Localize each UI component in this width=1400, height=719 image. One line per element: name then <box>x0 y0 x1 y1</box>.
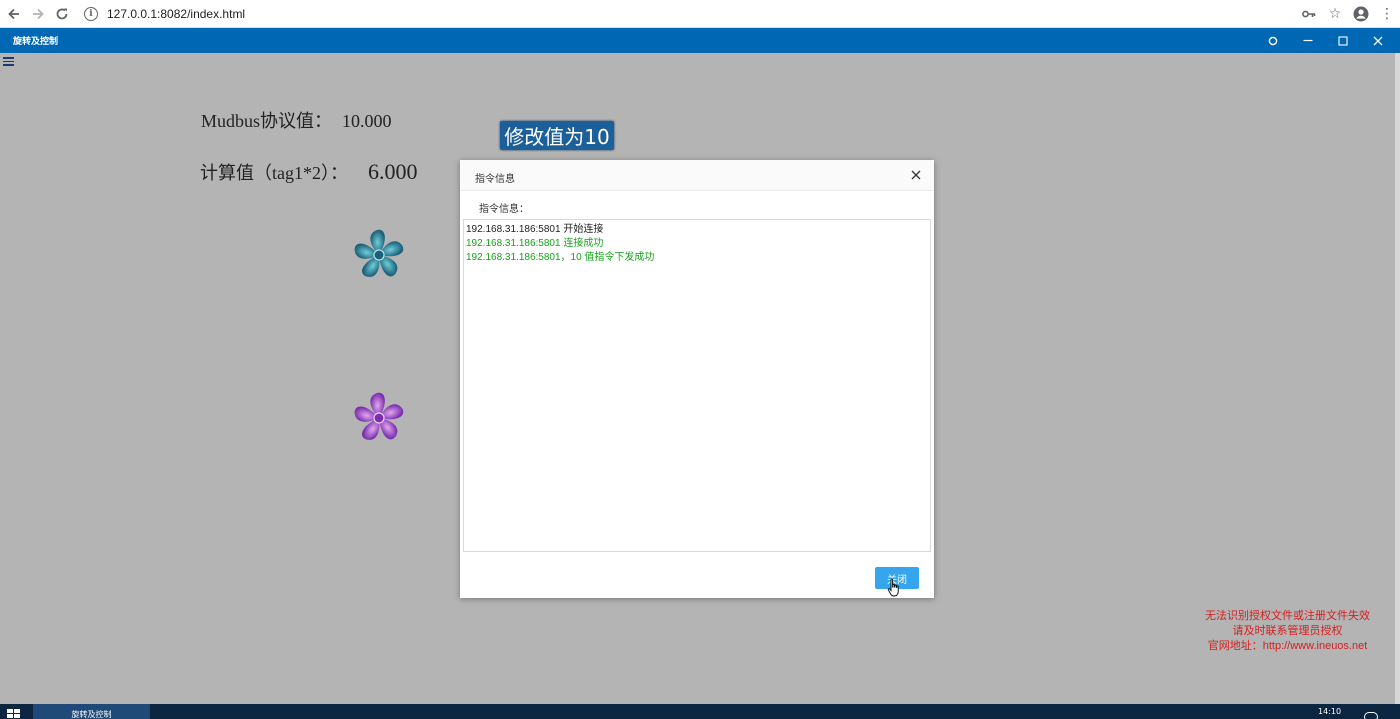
modbus-value-row: Mudbus协议值： 10.000 <box>201 107 392 133</box>
taskbar-app-item[interactable]: 旋转及控制 <box>33 704 150 719</box>
back-icon[interactable] <box>2 2 26 26</box>
account-icon[interactable] <box>1348 1 1374 27</box>
taskbar-clock: 14:10 <box>1318 707 1342 716</box>
minimize-icon[interactable] <box>1293 28 1323 53</box>
url-text: 127.0.0.1:8082/index.html <box>107 7 246 21</box>
forward-icon[interactable] <box>26 2 50 26</box>
calc-value: 6.000 <box>368 159 418 184</box>
maximize-icon[interactable] <box>1328 28 1358 53</box>
app-title-bar: 旋转及控制 <box>0 28 1400 53</box>
windows-start-icon[interactable] <box>7 709 21 719</box>
log-line: 192.168.31.186:5801，10 值指令下发成功 <box>466 252 655 263</box>
info-icon[interactable]: i <box>84 7 98 21</box>
command-info-dialog: 指令信息 指令信息： 192.168.31.186:5801 开始连接 192.… <box>460 160 934 598</box>
command-log-textarea[interactable]: 192.168.31.186:5801 开始连接 192.168.31.186:… <box>463 219 931 552</box>
reload-icon[interactable] <box>50 2 74 26</box>
modbus-value: 10.000 <box>342 111 392 131</box>
hand-cursor-icon <box>887 578 899 597</box>
app-title: 旋转及控制 <box>13 37 59 47</box>
calc-label: 计算值（tag1*2）： <box>200 163 348 183</box>
warning-line-3: 官网地址：http://www.ineuos.net <box>1207 640 1368 652</box>
log-line: 192.168.31.186:5801 连接成功 <box>466 238 604 249</box>
license-warning: 无法识别授权文件或注册文件失效 请及时联系管理员授权 官网地址：http://w… <box>1205 609 1370 654</box>
dialog-label: 指令信息： <box>479 204 529 215</box>
browser-toolbar: i 127.0.0.1:8082/index.html ☆ ⋮ <box>0 0 1400 28</box>
list-menu-icon[interactable] <box>3 57 14 67</box>
warning-line-1: 无法识别授权文件或注册文件失效 <box>1205 610 1370 622</box>
modbus-label: Mudbus协议值： <box>201 111 333 131</box>
scrollbar[interactable] <box>1395 53 1400 704</box>
settings-circle-icon[interactable] <box>1258 28 1288 53</box>
key-icon[interactable] <box>1296 1 1322 27</box>
dialog-header: 指令信息 <box>460 160 934 191</box>
notification-icon[interactable] <box>1364 712 1378 719</box>
close-window-icon[interactable] <box>1363 28 1393 53</box>
dialog-close-icon[interactable] <box>908 167 924 183</box>
calc-value-row: 计算值（tag1*2）： 6.000 <box>200 159 418 185</box>
fan-icon-teal <box>354 229 404 277</box>
log-line: 192.168.31.186:5801 开始连接 <box>466 224 604 235</box>
dialog-title: 指令信息 <box>475 174 515 185</box>
taskbar: 旋转及控制 14:10 <box>0 704 1400 719</box>
address-bar[interactable]: i 127.0.0.1:8082/index.html <box>76 3 356 25</box>
warning-line-2: 请及时联系管理员授权 <box>1232 625 1343 637</box>
fan-icon-purple <box>354 392 404 440</box>
menu-dots-icon[interactable]: ⋮ <box>1374 1 1400 27</box>
star-icon[interactable]: ☆ <box>1322 1 1348 27</box>
modify-value-button[interactable]: 修改值为10 <box>500 121 614 150</box>
